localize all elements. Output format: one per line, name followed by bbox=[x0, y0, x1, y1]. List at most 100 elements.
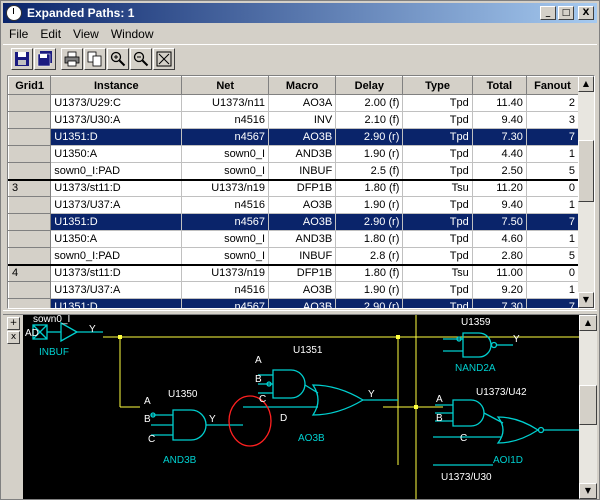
col-grid1[interactable]: Grid1 bbox=[8, 76, 52, 95]
type-cell: Tpd bbox=[402, 111, 473, 129]
table-row[interactable]: 3 U1373/st11:D U1373/n19 DFP1B 1.80 (f) Tsu 11… bbox=[8, 178, 580, 197]
instance-cell: U1350:A bbox=[50, 145, 183, 163]
col-macro[interactable]: Macro bbox=[268, 76, 337, 95]
close-button[interactable]: X bbox=[578, 6, 594, 20]
instance-cell: sown0_I:PAD bbox=[50, 247, 183, 265]
col-fanout[interactable]: Fanout bbox=[525, 76, 580, 95]
fanout-cell: 1 bbox=[526, 230, 580, 248]
total-cell: 4.40 bbox=[472, 145, 527, 163]
title-bar[interactable]: Expanded Paths: 1 _ □ X bbox=[3, 3, 597, 23]
row-grid-cell[interactable] bbox=[8, 162, 52, 180]
table-row[interactable]: sown0_I:PAD sown0_I INBUF 2.5 (f) Tpd 2.50 5 bbox=[8, 162, 580, 180]
instance-cell: U1351:D bbox=[50, 213, 183, 231]
instance-cell: sown0_I:PAD bbox=[50, 162, 183, 180]
table-row[interactable]: sown0_I:PAD sown0_I INBUF 2.8 (r) Tpd 2.80 5 bbox=[8, 247, 580, 265]
col-net[interactable]: Net bbox=[181, 76, 270, 95]
zoom-out-button[interactable] bbox=[130, 47, 152, 70]
table-row[interactable]: U1373/U29:C U1373/n11 AO3A 2.00 (f) Tpd 11.40… bbox=[8, 94, 580, 112]
delay-cell: 1.80 (f) bbox=[335, 263, 404, 282]
copy-button[interactable] bbox=[84, 47, 106, 70]
table-row[interactable]: U1351:D n4567 AO3B 2.90 (r) Tpd 7.30 7 bbox=[8, 128, 580, 146]
fanout-cell: 7 bbox=[526, 298, 580, 308]
grid-scrollbar[interactable]: ▲ ▼ bbox=[578, 76, 594, 308]
save-all-button[interactable] bbox=[34, 47, 56, 70]
row-grid-cell[interactable] bbox=[8, 94, 52, 112]
schem-scroll-thumb[interactable] bbox=[579, 385, 597, 425]
table-row[interactable]: U1350:A sown0_I AND3B 1.90 (r) Tpd 4.40 1 bbox=[8, 145, 580, 163]
u1359-y-label: Y bbox=[513, 334, 520, 345]
row-grid-cell[interactable] bbox=[8, 196, 52, 214]
table-row[interactable]: U1373/U37:A n4516 AO3B 1.90 (r) Tpd 9.40 1 bbox=[8, 196, 580, 214]
u1351-d-label: D bbox=[280, 413, 287, 424]
row-grid-cell[interactable]: 4 bbox=[8, 263, 52, 282]
expand-tool-button[interactable]: + bbox=[7, 317, 20, 330]
zoom-out-icon bbox=[133, 51, 149, 66]
toolbar bbox=[3, 44, 597, 72]
col-total[interactable]: Total bbox=[471, 76, 527, 95]
maximize-button[interactable]: □ bbox=[558, 6, 574, 20]
net-cell: n4516 bbox=[181, 196, 270, 214]
zoom-fit-button[interactable] bbox=[153, 47, 175, 70]
save-all-icon bbox=[37, 50, 52, 66]
zoom-in-button[interactable] bbox=[107, 47, 129, 70]
menu-bar: File Edit View Window bbox=[3, 24, 597, 43]
close-tool-button[interactable]: x bbox=[7, 331, 20, 344]
total-cell: 9.20 bbox=[472, 281, 527, 299]
row-grid-cell[interactable] bbox=[8, 145, 52, 163]
table-row[interactable]: U1350:A sown0_I AND3B 1.80 (r) Tpd 4.60 1 bbox=[8, 230, 580, 248]
table-row[interactable]: U1351:D n4567 AO3B 2.90 (r) Tpd 7.50 7 bbox=[8, 213, 580, 231]
net-cell: sown0_I bbox=[181, 162, 270, 180]
save-button[interactable] bbox=[11, 47, 33, 70]
instance-cell: U1373/st11:D bbox=[50, 263, 183, 282]
fanout-cell: 0 bbox=[526, 178, 580, 197]
table-row[interactable]: U1351:D n4567 AO3B 2.90 (r) Tpd 7.30 7 bbox=[8, 298, 580, 308]
row-grid-cell[interactable] bbox=[8, 213, 52, 231]
table-row[interactable]: 4 U1373/st11:D U1373/n19 DFP1B 1.80 (f) Tsu 11… bbox=[8, 263, 580, 282]
row-grid-cell[interactable] bbox=[8, 247, 52, 265]
row-grid-cell[interactable] bbox=[8, 128, 52, 146]
menu-edit[interactable]: Edit bbox=[34, 27, 67, 41]
macro-cell: AO3A bbox=[268, 94, 337, 112]
col-delay[interactable]: Delay bbox=[335, 76, 404, 95]
col-type[interactable]: Type bbox=[402, 76, 473, 95]
u1350-b-label: B bbox=[144, 414, 151, 425]
print-button[interactable] bbox=[61, 47, 83, 70]
scroll-down-button[interactable]: ▼ bbox=[578, 292, 594, 308]
nand2a-label: NAND2A bbox=[455, 363, 496, 374]
delay-cell: 1.80 (r) bbox=[335, 230, 404, 248]
save-icon bbox=[15, 51, 29, 66]
col-instance[interactable]: Instance bbox=[50, 76, 183, 95]
instance-cell: U1351:D bbox=[50, 298, 183, 308]
menu-window[interactable]: Window bbox=[105, 27, 160, 41]
row-grid-cell[interactable] bbox=[8, 298, 52, 308]
net-cell: sown0_I bbox=[181, 230, 270, 248]
menu-file[interactable]: File bbox=[3, 27, 34, 41]
delay-cell: 2.90 (r) bbox=[335, 128, 404, 146]
total-cell: 4.60 bbox=[472, 230, 527, 248]
schem-scroll-down-button[interactable]: ▼ bbox=[579, 483, 597, 499]
u1350-label: U1350 bbox=[168, 389, 198, 400]
minimize-button[interactable]: _ bbox=[540, 6, 556, 20]
u1373-u30-label: U1373/U30 bbox=[441, 472, 492, 483]
type-cell: Tpd bbox=[402, 298, 473, 308]
schem-scroll-up-button[interactable]: ▲ bbox=[579, 315, 597, 331]
row-grid-cell[interactable] bbox=[8, 230, 52, 248]
scroll-up-button[interactable]: ▲ bbox=[578, 76, 594, 92]
menu-view[interactable]: View bbox=[67, 27, 105, 41]
row-grid-cell[interactable] bbox=[8, 281, 52, 299]
macro-cell: AND3B bbox=[268, 230, 337, 248]
row-grid-cell[interactable] bbox=[8, 111, 52, 129]
u1373-u42-label: U1373/U42 bbox=[476, 387, 527, 398]
row-grid-cell[interactable]: 3 bbox=[8, 178, 52, 197]
table-row[interactable]: U1373/U30:A n4516 INV 2.10 (f) Tpd 9.40 3 bbox=[8, 111, 580, 129]
net-cell: U1373/n19 bbox=[181, 263, 270, 282]
schematic-view[interactable]: sown0_I AD INBUF Y U1350 A B C Y AND3B U… bbox=[23, 315, 579, 499]
delay-cell: 1.90 (r) bbox=[335, 196, 404, 214]
total-cell: 11.20 bbox=[472, 178, 527, 197]
paths-grid: Grid1 Instance Net Macro Delay Type Tota… bbox=[7, 75, 595, 309]
type-cell: Tpd bbox=[402, 145, 473, 163]
table-row[interactable]: U1373/U37:A n4516 AO3B 1.90 (r) Tpd 9.20 1 bbox=[8, 281, 580, 299]
net-cell: sown0_I bbox=[181, 247, 270, 265]
schematic-scrollbar[interactable]: ▲ ▼ bbox=[579, 315, 597, 499]
scroll-thumb[interactable] bbox=[578, 140, 594, 202]
